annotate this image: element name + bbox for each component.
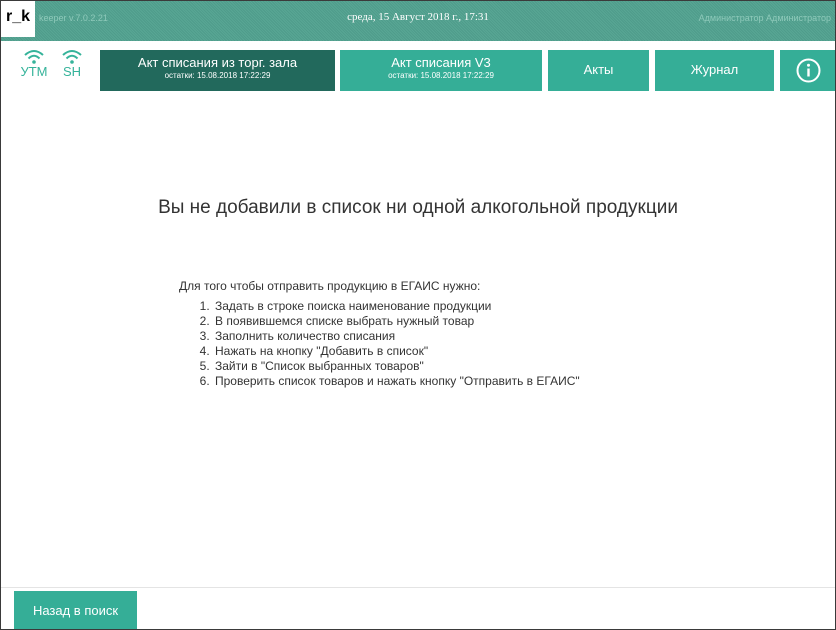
tab-journal[interactable]: Журнал [655,50,774,91]
instruction-step: Проверить список товаров и нажать кнопку… [213,374,580,389]
instruction-step: Заполнить количество списания [213,329,580,344]
top-status-bar: r_k keeper v.7.0.2.21 среда, 15 Август 2… [1,1,835,41]
tab-writeoff-trade-hall[interactable]: Акт списания из торг. зала остатки: 15.0… [100,50,335,91]
tab-writeoff-v3-title: Акт списания V3 [391,55,491,70]
instruction-step: Нажать на кнопку "Добавить в список" [213,344,580,359]
instructions: Для того чтобы отправить продукцию в ЕГА… [179,279,580,389]
sh-status-label: SH [62,64,82,79]
nav-bar: УТМ SH Акт списания из торг. зала остатк… [1,41,835,103]
instruction-step: В появившемся списке выбрать нужный това… [213,314,580,329]
utm-status-label: УТМ [20,64,48,79]
info-icon [796,58,821,83]
tab-writeoff-v3-subtitle: остатки: 15.08.2018 17:22:29 [388,71,494,80]
utm-status: УТМ [17,49,51,79]
tab-writeoff-trade-hall-title: Акт списания из торг. зала [137,55,298,70]
tab-writeoff-trade-hall-subtitle: остатки: 15.08.2018 17:22:29 [164,71,271,80]
footer-divider [1,587,835,588]
tab-journal-label: Журнал [690,62,739,77]
tab-acts[interactable]: Акты [548,50,649,91]
back-to-search-button[interactable]: Назад в поиск [14,591,137,629]
wifi-icon [62,50,82,64]
instruction-step: Зайти в "Список выбранных товаров" [213,359,580,374]
user-name: Администратор Администратор [698,13,831,23]
instruction-step: Задать в строке поиска наименование прод… [213,299,580,314]
wifi-icon [24,50,44,64]
tab-writeoff-v3[interactable]: Акт списания V3 остатки: 15.08.2018 17:2… [340,50,542,91]
sh-status: SH [55,49,89,79]
info-button[interactable] [780,50,835,91]
instructions-steps: Задать в строке поиска наименование прод… [179,299,580,389]
empty-list-message: Вы не добавили в список ни одной алкогол… [158,197,678,218]
instructions-intro: Для того чтобы отправить продукцию в ЕГА… [179,279,481,293]
app-window: r_k keeper v.7.0.2.21 среда, 15 Август 2… [0,0,836,630]
tab-acts-label: Акты [583,62,614,77]
